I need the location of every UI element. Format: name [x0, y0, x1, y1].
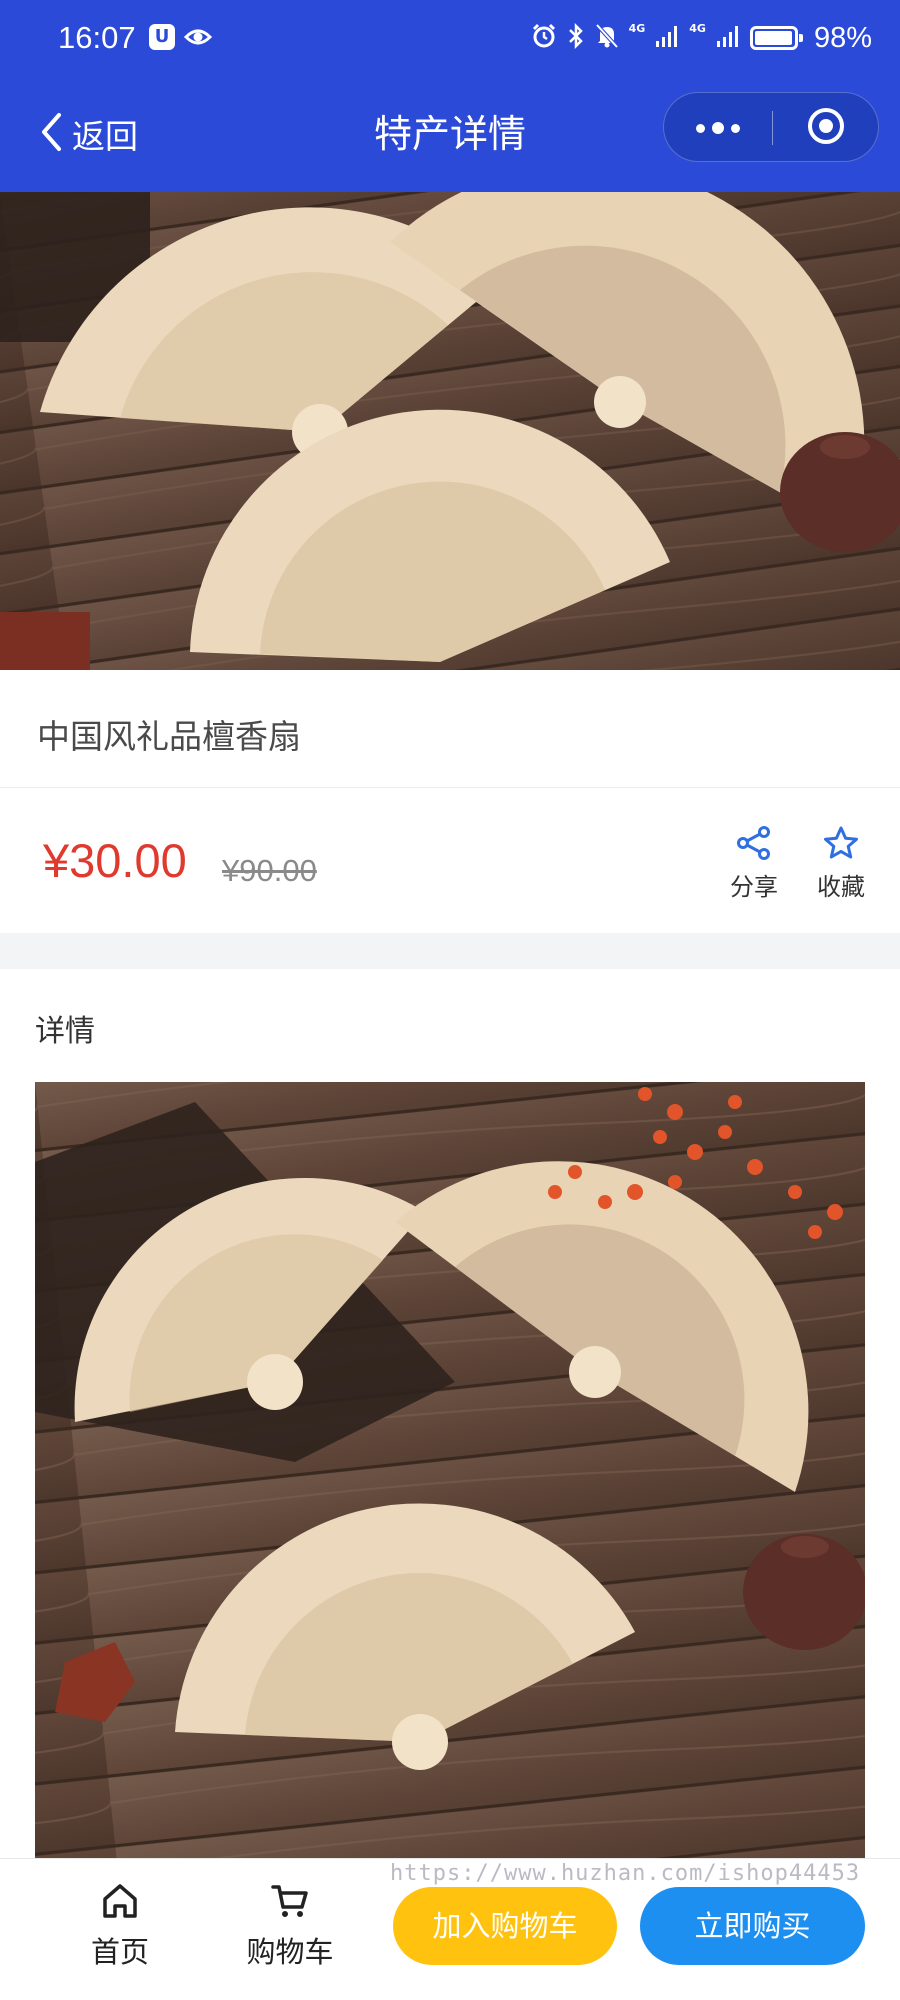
- product-title: 中国风礼品檀香扇: [37, 717, 301, 756]
- header: 16:07 U 4G 4G 98% 返回 特产详情: [0, 0, 900, 192]
- favorite-label: 收藏: [817, 873, 865, 901]
- status-icons: 4G 4G 98%: [531, 18, 872, 58]
- tab-cart-label: 购物车: [246, 1935, 334, 1969]
- home-icon: [100, 1884, 140, 1925]
- detail-image: [35, 1082, 865, 1860]
- bottom-action-bar: https://www.huzhan.com/ishop44453 首页 购物车…: [0, 1858, 900, 2000]
- cart-icon: [270, 1885, 310, 1925]
- favorite-button[interactable]: 收藏: [803, 825, 879, 902]
- network-type-1: 4G: [628, 21, 646, 35]
- more-button[interactable]: [664, 93, 772, 163]
- app-badge-icon: U: [149, 24, 175, 50]
- current-price: ¥30.00: [43, 834, 187, 887]
- star-icon: [822, 826, 860, 865]
- signal-icon: [716, 24, 740, 52]
- battery-percent: 98%: [813, 21, 872, 54]
- nav-bar: 返回 特产详情: [0, 80, 900, 192]
- watermark-text: https://www.huzhan.com/ishop44453: [390, 1861, 861, 1886]
- add-to-cart-button[interactable]: 加入购物车: [393, 1887, 617, 1965]
- tab-home-label: 首页: [90, 1935, 149, 1969]
- signal-icon: [655, 24, 679, 52]
- bluetooth-icon: [567, 22, 585, 53]
- alarm-icon: [531, 23, 557, 53]
- price-section: ¥30.00 ¥90.00 分享 收藏: [0, 789, 900, 933]
- mute-icon: [595, 23, 619, 53]
- buy-now-button[interactable]: 立即购买: [640, 1887, 865, 1965]
- detail-heading: 详情: [35, 1014, 95, 1049]
- status-time: 16:07: [58, 20, 136, 55]
- tab-home[interactable]: 首页: [60, 1881, 180, 1971]
- share-button[interactable]: 分享: [716, 825, 792, 902]
- battery-icon: [749, 26, 803, 50]
- status-bar: 16:07 U 4G 4G 98%: [0, 0, 900, 80]
- tab-cart[interactable]: 购物车: [230, 1881, 350, 1971]
- share-icon: [736, 826, 772, 865]
- more-icon: [696, 123, 705, 133]
- product-hero-image: [0, 192, 900, 670]
- network-type-2: 4G: [689, 21, 706, 35]
- original-price: ¥90.00: [222, 853, 317, 888]
- mini-program-capsule: [663, 92, 879, 162]
- share-label: 分享: [730, 873, 778, 901]
- section-divider: [0, 933, 900, 969]
- eye-icon: [183, 26, 213, 52]
- target-icon: [806, 106, 846, 150]
- close-program-button[interactable]: [772, 93, 880, 163]
- product-title-section: 中国风礼品檀香扇: [0, 670, 900, 788]
